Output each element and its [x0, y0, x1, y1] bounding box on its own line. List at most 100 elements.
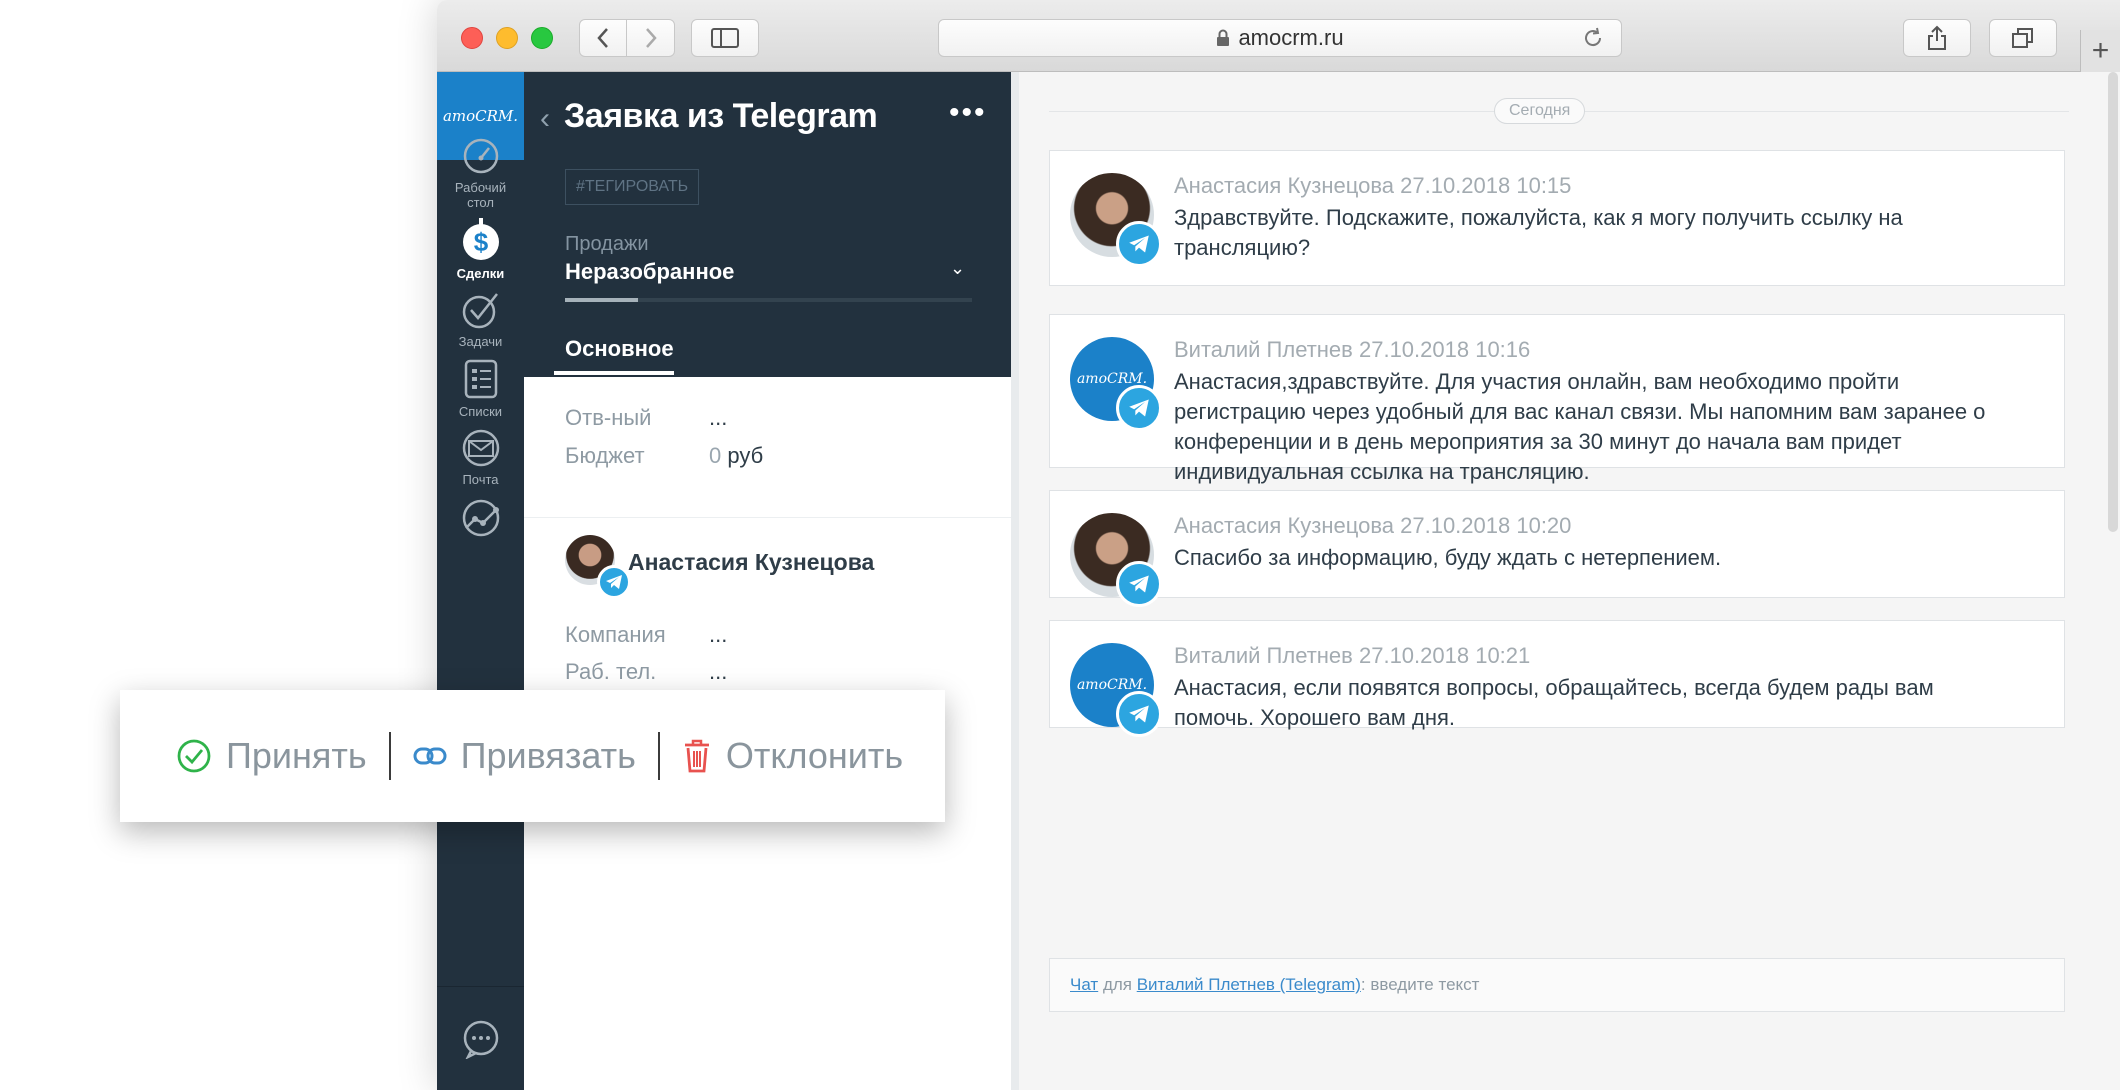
page-title: Заявка из Telegram: [564, 97, 878, 135]
chat-input-for: для: [1102, 975, 1132, 994]
plus-icon: +: [2091, 34, 2110, 67]
work-phone-value[interactable]: ...: [709, 659, 727, 685]
telegram-icon: [1116, 385, 1162, 431]
action-divider: [388, 732, 391, 780]
chat-scrollbar[interactable]: [2108, 72, 2118, 532]
message-text: Анастасия,здравствуйте. Для участия онла…: [1174, 369, 1986, 484]
minimize-window-button[interactable]: [496, 27, 518, 49]
accept-button[interactable]: Принять: [176, 730, 367, 782]
chat-recipient-link[interactable]: Виталий Плетнев (Telegram): [1137, 975, 1361, 994]
back-chevron-icon[interactable]: ‹: [540, 102, 550, 136]
budget-label: Бюджет: [565, 443, 645, 468]
budget-currency: руб: [727, 443, 764, 468]
responsible-value[interactable]: ...: [709, 405, 727, 431]
reload-icon[interactable]: [1581, 26, 1605, 50]
lock-icon: [1217, 29, 1230, 46]
avatar: amoCRM.: [1070, 643, 1162, 737]
avatar: [1070, 173, 1162, 267]
message-meta: Виталий Плетнев 27.10.2018 10:16: [1174, 337, 1531, 362]
nav-item-tasks[interactable]: Задачи: [437, 290, 524, 349]
chat-input[interactable]: Чат для Виталий Плетнев (Telegram): введ…: [1049, 958, 2065, 1012]
tabs-icon: [2012, 28, 2033, 48]
svg-text:$: $: [473, 227, 488, 257]
more-options-button[interactable]: •••: [949, 96, 987, 130]
message-text: Здравствуйте. Подскажите, пожалуйста, ка…: [1174, 205, 1903, 260]
telegram-icon: [1116, 691, 1162, 737]
chevron-right-icon: [645, 28, 657, 48]
nav-item-deals[interactable]: $ Сделки: [437, 218, 524, 281]
incoming-lead-actions: Принять Привязать Отклонить: [120, 690, 945, 822]
list-icon: [464, 359, 497, 399]
budget-value[interactable]: 0 руб: [709, 443, 763, 469]
chat-message: amoCRM. Виталий Плетнев 27.10.2018 10:21…: [1049, 620, 2065, 737]
avatar: amoCRM.: [1070, 337, 1162, 431]
message-meta: Виталий Плетнев 27.10.2018 10:21: [1174, 643, 1531, 668]
action-divider: [657, 732, 660, 780]
browser-toolbar: amocrm.ru +: [437, 0, 2120, 72]
nav-item-lists[interactable]: Списки: [437, 358, 524, 419]
trash-icon: [684, 739, 709, 773]
back-button[interactable]: [580, 20, 628, 56]
telegram-icon: [1116, 221, 1162, 267]
chat-bubble-icon: [463, 1020, 498, 1059]
lead-header: ‹ Заявка из Telegram ••• #ТЕГИРОВАТЬ Про…: [524, 72, 1011, 377]
main-nav: amoCRM. Рабочий стол $ Сделки Задачи Спи…: [437, 72, 524, 1090]
nav-item-dashboard[interactable]: Рабочий стол: [437, 136, 524, 210]
share-button[interactable]: [1903, 19, 1971, 57]
telegram-icon: [1116, 561, 1162, 607]
budget-amount: 0: [709, 443, 722, 468]
tab-main[interactable]: Основное: [565, 336, 674, 362]
bind-label: Привязать: [460, 735, 636, 776]
avatar: [1070, 513, 1162, 607]
pipeline-progress: [565, 298, 972, 302]
mail-icon: [462, 429, 499, 467]
tab-overview-button[interactable]: [1989, 19, 2057, 57]
checkmark-circle-icon: [462, 293, 498, 329]
new-tab-button[interactable]: +: [2080, 30, 2120, 72]
company-value[interactable]: ...: [709, 622, 727, 648]
chat-input-hint: : введите текст: [1360, 975, 1480, 994]
history-nav: [579, 19, 675, 57]
contact-name[interactable]: Анастасия Кузнецова: [628, 549, 874, 576]
zoom-window-button[interactable]: [531, 27, 553, 49]
chat-message: Анастасия Кузнецова 27.10.2018 10:20 Спа…: [1049, 490, 2065, 607]
address-bar[interactable]: amocrm.ru: [938, 19, 1622, 57]
analytics-icon: [462, 499, 499, 537]
decline-button[interactable]: Отклонить: [682, 730, 903, 782]
message-text: Анастасия, если появятся вопросы, обраща…: [1174, 675, 1934, 730]
nav-item-mail[interactable]: Почта: [437, 428, 524, 487]
company-label: Компания: [565, 622, 666, 647]
accept-label: Принять: [226, 735, 367, 776]
message-meta: Анастасия Кузнецова 27.10.2018 10:15: [1174, 173, 1572, 198]
message-text: Спасибо за информацию, буду ждать с нете…: [1174, 545, 1722, 570]
share-icon: [1928, 25, 1946, 50]
responsible-label: Отв-ный: [565, 405, 652, 430]
browser-window: amocrm.ru + amoCRM. Рабочий стол $ Сделк…: [437, 0, 2120, 1090]
sidebar-icon: [711, 28, 739, 48]
chevron-down-icon[interactable]: ⌄: [950, 258, 965, 279]
chat-widget-button[interactable]: [437, 986, 524, 1090]
chat-message: amoCRM. Виталий Плетнев 27.10.2018 10:16…: [1049, 314, 2065, 484]
section-divider: [524, 517, 1011, 518]
active-tab-indicator: [554, 371, 674, 375]
decline-label: Отклонить: [725, 735, 904, 776]
sidebar-toggle-button[interactable]: [691, 19, 759, 57]
chat-channel-link[interactable]: Чат: [1070, 975, 1098, 994]
bind-button[interactable]: Привязать: [413, 730, 636, 782]
message-meta: Анастасия Кузнецова 27.10.2018 10:20: [1174, 513, 1572, 538]
speedometer-icon: [463, 138, 498, 174]
tag-button[interactable]: #ТЕГИРОВАТЬ: [565, 169, 700, 205]
url-text: amocrm.ru: [1238, 25, 1344, 50]
work-phone-label: Раб. тел.: [565, 659, 657, 684]
chat-feed: Сегодня Анастасия Кузнецова 27.10.2018 1…: [1011, 72, 2120, 1090]
check-circle-icon: [177, 739, 211, 773]
pipeline-label: Продажи: [565, 233, 649, 255]
dollar-icon: $: [462, 218, 499, 260]
nav-item-analytics[interactable]: [437, 498, 524, 542]
link-icon: [413, 747, 447, 765]
forward-button[interactable]: [627, 20, 674, 56]
pipeline-progress-fill: [565, 298, 639, 302]
telegram-icon: [597, 565, 631, 599]
close-window-button[interactable]: [461, 27, 483, 49]
pipeline-stage-select[interactable]: Неразобранное: [565, 259, 734, 285]
